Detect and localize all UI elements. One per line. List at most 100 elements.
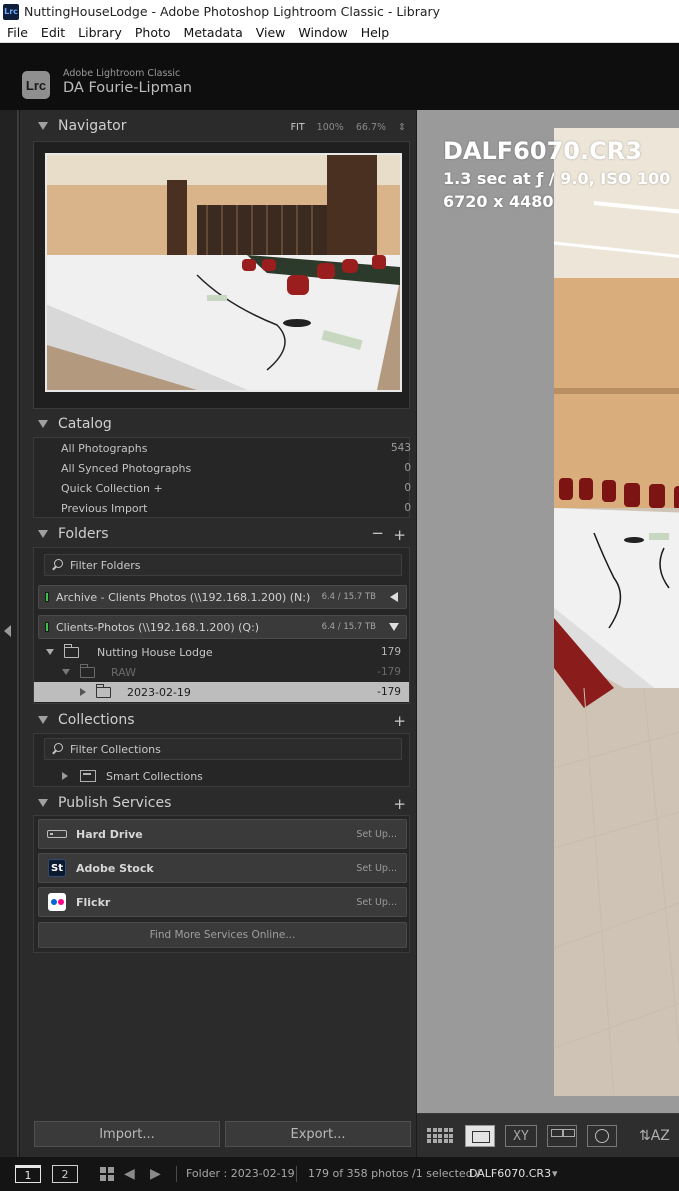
menu-view[interactable]: View (249, 25, 292, 40)
catalog-header[interactable]: Catalog (20, 410, 416, 438)
volume-name: Archive - Clients Photos (\\192.168.1.20… (56, 590, 311, 604)
people-view-icon[interactable] (587, 1125, 617, 1147)
next-arrow-icon[interactable]: ▶ (150, 1166, 161, 1182)
menu-help[interactable]: Help (354, 25, 396, 40)
zoom-100[interactable]: 100% (317, 122, 344, 133)
lightroom-app-icon: Lrc (3, 3, 19, 20)
search-icon (52, 743, 64, 755)
zoom-dropdown-icon[interactable]: ⇕ (398, 122, 406, 133)
smart-collections-label: Smart Collections (106, 769, 203, 783)
filter-folders-input[interactable]: Filter Folders (44, 554, 402, 576)
setup-link[interactable]: Set Up... (356, 897, 397, 908)
current-filename[interactable]: DALF6070.CR3 (469, 1167, 551, 1180)
navigator-header[interactable]: Navigator FIT 100% 66.7% ⇕ (20, 112, 416, 140)
volume-size: 6.4 / 15.7 TB (321, 622, 376, 632)
catalog-item-count: 0 (404, 462, 411, 474)
expand-triangle-icon[interactable] (38, 420, 48, 428)
expand-triangle-icon[interactable] (38, 122, 48, 130)
folder-nutting-house-lodge[interactable]: Nutting House Lodge 179 (34, 642, 409, 662)
folder-name: RAW (111, 665, 136, 679)
lightroom-window: Lrc NuttingHouseLodge - Adobe Photoshop … (0, 0, 679, 1191)
add-collection-icon[interactable]: + (393, 712, 406, 730)
folders-header[interactable]: Folders − + (20, 520, 416, 548)
grid-mode-icon[interactable] (100, 1167, 114, 1181)
publish-service-hard-drive[interactable]: Hard Drive Set Up... (38, 819, 407, 849)
volume-size: 6.4 / 15.7 TB (321, 592, 376, 602)
volume-clients-photos[interactable]: Clients-Photos (\\192.168.1.200) (Q:) 6.… (38, 615, 407, 639)
find-more-services-button[interactable]: Find More Services Online... (38, 922, 407, 948)
menu-photo[interactable]: Photo (128, 25, 177, 40)
left-panel-collapse-strip[interactable] (0, 110, 17, 1157)
previous-arrow-icon[interactable]: ◀ (124, 1166, 135, 1182)
folder-name: Nutting House Lodge (97, 645, 213, 659)
compare-view-icon[interactable]: XY (505, 1125, 537, 1147)
secondary-window-icon[interactable]: 2 (52, 1165, 78, 1183)
import-button[interactable]: Import... (34, 1121, 220, 1147)
loupe-view[interactable]: DALF6070.CR3 1.3 sec at ƒ / 9.0, ISO 100… (417, 110, 679, 1113)
volume-status-led-icon (45, 592, 49, 602)
overlay-dimensions: 6720 x 4480 (443, 192, 554, 211)
adobe-stock-icon: St (47, 859, 67, 877)
publish-services-header[interactable]: Publish Services + (20, 789, 416, 817)
publish-service-flickr[interactable]: Flickr Set Up... (38, 887, 407, 917)
expanded-triangle-icon[interactable] (389, 623, 399, 631)
menu-edit[interactable]: Edit (34, 25, 71, 40)
volume-archive[interactable]: Archive - Clients Photos (\\192.168.1.20… (38, 585, 407, 609)
navigator-thumbnail[interactable] (45, 153, 402, 392)
publish-service-name: Flickr (76, 895, 111, 909)
expand-triangle-icon[interactable] (38, 530, 48, 538)
expand-triangle-icon[interactable] (38, 799, 48, 807)
expand-triangle-icon[interactable] (62, 669, 70, 675)
collections-list: Filter Collections Smart Collections (33, 733, 410, 787)
add-folder-icon[interactable]: + (393, 526, 406, 544)
loupe-photo[interactable] (554, 128, 679, 1096)
publish-service-name: Hard Drive (76, 827, 143, 841)
grid-view-icon[interactable] (427, 1125, 455, 1147)
collapsed-triangle-icon[interactable] (62, 772, 68, 780)
catalog-item-previous-import[interactable]: Previous Import 0 (61, 498, 411, 518)
zoom-fit[interactable]: FIT (291, 122, 305, 133)
overlay-filename: DALF6070.CR3 (443, 137, 642, 165)
collections-header[interactable]: Collections + (20, 706, 416, 734)
folder-icon (63, 643, 79, 658)
sort-direction-icon[interactable]: ⇅AZ (639, 1125, 673, 1147)
collapsed-triangle-icon[interactable] (390, 592, 398, 602)
window-title: NuttingHouseLodge - Adobe Photoshop Ligh… (24, 4, 441, 19)
setup-link[interactable]: Set Up... (356, 863, 397, 874)
remove-folder-icon[interactable]: − (371, 524, 384, 542)
collapse-left-arrow-icon[interactable] (4, 625, 11, 637)
folder-2023-02-19[interactable]: 2023-02-19 -179 (34, 682, 409, 702)
filename-dropdown-icon[interactable]: ▾ (552, 1167, 558, 1180)
catalog-item-all-photographs[interactable]: All Photographs 543 (61, 438, 411, 458)
catalog-list: All Photographs 543 All Synced Photograp… (33, 437, 411, 518)
collections-title: Collections (58, 712, 135, 728)
catalog-item-count: 0 (404, 482, 411, 494)
catalog-item-count: 543 (390, 442, 411, 454)
expand-triangle-icon[interactable] (38, 716, 48, 724)
catalog-item-label: All Synced Photographs (61, 461, 192, 475)
publish-services-title: Publish Services (58, 795, 172, 811)
catalog-item-all-synced[interactable]: All Synced Photographs 0 (61, 458, 411, 478)
filter-collections-input[interactable]: Filter Collections (44, 738, 402, 760)
collapsed-triangle-icon[interactable] (80, 688, 86, 696)
smart-collections-item[interactable]: Smart Collections (62, 766, 203, 786)
menu-window[interactable]: Window (291, 25, 353, 40)
catalog-item-quick-collection[interactable]: Quick Collection + 0 (61, 478, 411, 498)
setup-link[interactable]: Set Up... (356, 829, 397, 840)
survey-view-icon[interactable] (547, 1125, 577, 1147)
window-title-bar: Lrc NuttingHouseLodge - Adobe Photoshop … (0, 0, 679, 23)
expand-triangle-icon[interactable] (46, 649, 54, 655)
menu-metadata[interactable]: Metadata (177, 25, 249, 40)
menu-library[interactable]: Library (71, 25, 128, 40)
loupe-view-icon[interactable] (465, 1125, 495, 1147)
zoom-66[interactable]: 66.7% (356, 122, 386, 133)
catalog-item-label: Previous Import (61, 501, 148, 515)
export-button[interactable]: Export... (225, 1121, 411, 1147)
source-folder[interactable]: Folder : 2023-02-19 (186, 1167, 295, 1180)
menu-file[interactable]: File (0, 25, 34, 40)
folder-raw[interactable]: RAW -179 (34, 662, 409, 682)
add-publish-service-icon[interactable]: + (393, 795, 406, 813)
publish-service-adobe-stock[interactable]: St Adobe Stock Set Up... (38, 853, 407, 883)
primary-window-icon[interactable]: 1 (15, 1165, 41, 1183)
folder-name: 2023-02-19 (127, 685, 191, 699)
